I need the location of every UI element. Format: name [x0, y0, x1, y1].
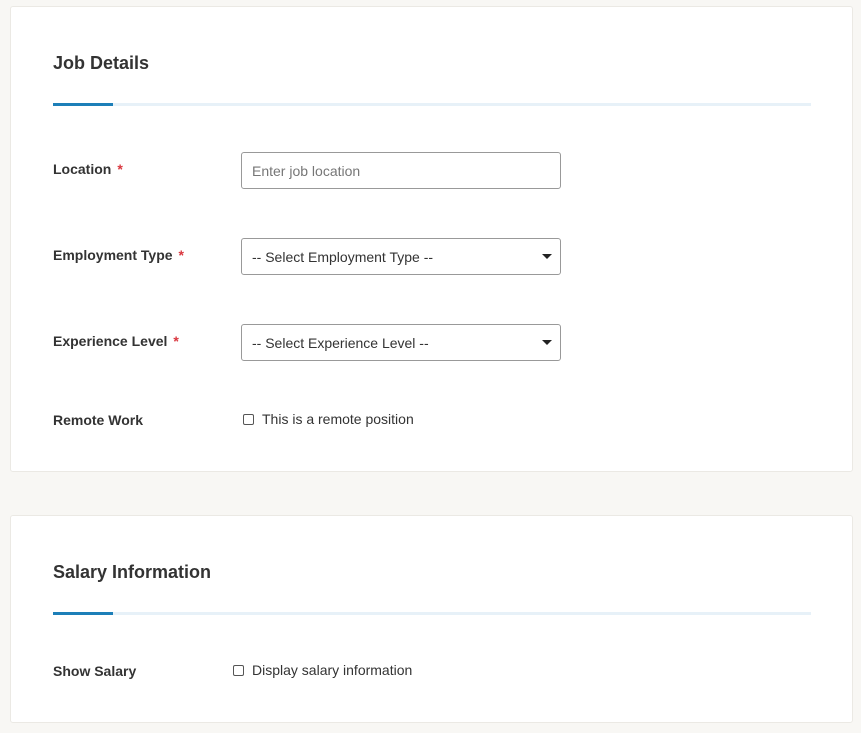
job-details-divider	[53, 103, 811, 106]
employment-type-select[interactable]: -- Select Employment Type --	[241, 238, 561, 275]
required-mark: *	[178, 247, 184, 263]
show-salary-checkbox-group[interactable]: Display salary information	[233, 662, 412, 678]
job-details-card: Job Details Location * Employment Type * -…	[10, 6, 853, 472]
location-input[interactable]	[241, 152, 561, 189]
salary-information-card: Salary Information Show Salary Display s…	[10, 515, 853, 723]
experience-level-label: Experience Level *	[53, 333, 179, 349]
experience-level-select[interactable]: -- Select Experience Level --	[241, 324, 561, 361]
salary-information-title: Salary Information	[53, 562, 212, 582]
show-salary-checkbox[interactable]	[233, 664, 244, 676]
experience-level-label-text: Experience Level	[53, 333, 168, 349]
job-details-title: Job Details	[53, 53, 150, 73]
divider-accent	[53, 103, 113, 106]
salary-information-divider	[53, 612, 811, 615]
remote-work-checkbox[interactable]	[243, 413, 254, 425]
experience-level-selected: -- Select Experience Level --	[252, 335, 429, 351]
remote-work-checkbox-group[interactable]: This is a remote position	[243, 411, 414, 427]
divider-accent	[53, 612, 113, 615]
employment-type-selected: -- Select Employment Type --	[252, 249, 434, 265]
employment-type-label: Employment Type *	[53, 247, 184, 263]
required-mark: *	[173, 333, 179, 349]
caret-down-icon	[542, 340, 552, 345]
location-label: Location *	[53, 161, 123, 177]
caret-down-icon	[542, 254, 552, 259]
show-salary-label: Show Salary	[53, 663, 137, 679]
remote-work-checkbox-label: This is a remote position	[262, 411, 414, 427]
location-label-text: Location	[53, 161, 112, 177]
required-mark: *	[117, 161, 123, 177]
employment-type-label-text: Employment Type	[53, 247, 173, 263]
remote-work-label: Remote Work	[53, 412, 143, 428]
show-salary-checkbox-label: Display salary information	[252, 662, 413, 678]
